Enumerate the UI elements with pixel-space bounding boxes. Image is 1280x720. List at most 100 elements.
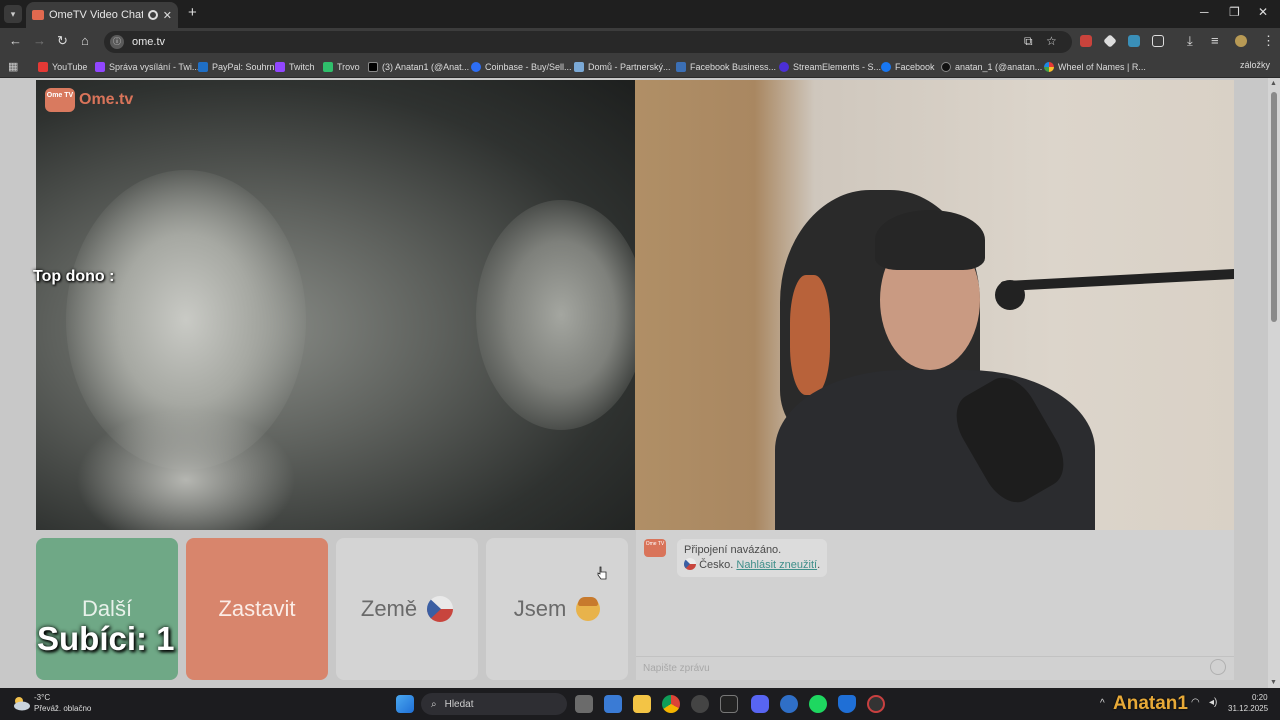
download-icon[interactable]: ⤓ <box>1187 33 1193 49</box>
next-button[interactable]: Další <box>36 538 178 680</box>
twitch-icon <box>275 62 285 72</box>
bookmark-wheel-of-names[interactable]: Wheel of Names | R... <box>1044 60 1146 74</box>
bookmark-twitch[interactable]: Twitch <box>275 60 315 74</box>
scroll-up-icon[interactable]: ▲ <box>1270 80 1277 87</box>
bookmark-streamelements[interactable]: StreamElements - S... <box>779 60 881 74</box>
mic-mount <box>995 280 1025 310</box>
boy-icon <box>576 597 601 621</box>
app-icon[interactable] <box>780 695 798 713</box>
bookmark-star-icon[interactable]: ☆ <box>1046 34 1057 48</box>
wifi-icon[interactable]: ◠ <box>1191 697 1200 708</box>
scroll-down-icon[interactable]: ▼ <box>1270 679 1277 686</box>
chrome-icon[interactable] <box>662 695 680 713</box>
country-button[interactable]: Země <box>336 538 478 680</box>
address-bar[interactable]: ⓘ ome.tv ⧉ ☆ <box>104 31 1072 53</box>
chat-panel: Ome TV Připojení navázáno. Česko. Nahlás… <box>636 530 1234 680</box>
video-figure <box>476 200 635 430</box>
gender-button[interactable]: Jsem <box>486 538 628 680</box>
emoji-icon[interactable] <box>1210 659 1226 675</box>
x-icon <box>368 62 378 72</box>
meta-icon <box>676 62 686 72</box>
bookmark-partner[interactable]: Domů - Partnerský... <box>574 60 671 74</box>
clock-time[interactable]: 0:20 <box>1252 693 1268 702</box>
new-tab-icon[interactable]: + <box>188 4 197 21</box>
weather-cloud-icon[interactable] <box>11 695 31 711</box>
url-text: ome.tv <box>132 36 166 48</box>
top-donor-overlay: Top dono : <box>33 268 115 285</box>
tab-strip: ▾ OmeTV Video Chat — Ome... ✕ + ─ ❐ ✕ <box>0 0 1280 28</box>
obs-icon[interactable] <box>691 695 709 713</box>
menu-icon[interactable]: ⋮ <box>1262 33 1275 49</box>
ometv-logo[interactable]: Ome TV Ome.tv <box>45 88 133 112</box>
app-icon[interactable] <box>720 695 738 713</box>
volume-icon[interactable]: ◂) <box>1209 697 1217 708</box>
weather-temperature: -3°C <box>34 693 51 702</box>
extensions-puzzle-icon[interactable] <box>1152 35 1164 47</box>
minimize-icon[interactable]: ─ <box>1200 5 1209 19</box>
close-window-icon[interactable]: ✕ <box>1258 5 1268 19</box>
control-buttons: Další Zastavit Země Jsem <box>36 538 628 680</box>
connected-text: Připojení navázáno. <box>684 544 782 556</box>
close-tab-icon[interactable]: ✕ <box>163 9 172 22</box>
facebook-icon <box>881 62 891 72</box>
task-view-icon[interactable] <box>575 695 593 713</box>
threads-icon <box>941 62 951 72</box>
czech-flag-icon <box>684 558 696 570</box>
back-icon[interactable]: ← <box>9 33 22 48</box>
site-info-icon[interactable]: ⓘ <box>110 35 124 49</box>
hand-cursor-icon <box>597 566 607 580</box>
store-icon[interactable] <box>604 695 622 713</box>
taskbar: -3°C Převáž. oblačno ⌕ Hledat ^ ◠ ◂) 0:2… <box>0 688 1280 720</box>
bookmark-facebook-business[interactable]: Facebook Business... <box>676 60 776 74</box>
bookmark-facebook[interactable]: Facebook <box>881 60 935 74</box>
restore-icon[interactable]: ❐ <box>1229 5 1240 19</box>
chair-accent <box>790 275 830 395</box>
file-explorer-icon[interactable] <box>633 695 651 713</box>
logo-text: Ome.tv <box>79 91 134 108</box>
page-scrollbar[interactable]: ▲ ▼ <box>1268 78 1280 688</box>
home-icon[interactable]: ⌂ <box>81 33 89 48</box>
discord-icon[interactable] <box>751 695 769 713</box>
subscribers-overlay: Subíci: 1 <box>37 620 175 657</box>
stop-button[interactable]: Zastavit <box>186 538 328 680</box>
czech-flag-icon <box>427 596 454 622</box>
tab-ometv[interactable]: OmeTV Video Chat — Ome... ✕ <box>26 2 178 28</box>
bookmark-threads[interactable]: anatan_1 (@anatan... <box>941 60 1042 74</box>
bookmark-trovo[interactable]: Trovo <box>323 60 360 74</box>
more-bookmarks[interactable]: záložky <box>1240 60 1270 70</box>
media-control-icon[interactable]: ≡ <box>1211 33 1219 48</box>
extension-icon[interactable] <box>1103 34 1117 48</box>
windows-start-icon[interactable] <box>396 695 414 713</box>
report-abuse-link[interactable]: Nahlásit zneužití <box>736 559 817 571</box>
extension-icon[interactable] <box>1080 35 1092 47</box>
system-message: Připojení navázáno. Česko. Nahlásit zneu… <box>677 539 828 577</box>
bookmark-coinbase[interactable]: Coinbase - Buy/Sell... <box>471 60 572 74</box>
tray-overflow-icon[interactable]: ^ <box>1100 698 1105 709</box>
app-icon[interactable] <box>867 695 885 713</box>
profile-avatar[interactable] <box>1235 35 1247 47</box>
self-video <box>635 80 1234 530</box>
coinbase-icon <box>471 62 481 72</box>
youtube-icon <box>38 62 48 72</box>
stranger-video <box>36 80 635 530</box>
bookmark-x[interactable]: (3) Anatan1 (@Anat... <box>368 60 469 74</box>
clock-date[interactable]: 31.12.2025 <box>1228 704 1268 713</box>
apps-grid-icon[interactable]: ▦ <box>8 60 18 73</box>
partner-icon <box>574 62 584 72</box>
tv-logo-icon: Ome TV <box>45 88 75 112</box>
bookmark-youtube[interactable]: YouTube <box>38 60 87 74</box>
reload-icon[interactable]: ↻ <box>57 33 68 49</box>
message-input[interactable]: Napište zprávu <box>636 656 1234 680</box>
bookmark-paypal[interactable]: PayPal: Souhrn <box>198 60 275 74</box>
extension-icon[interactable] <box>1128 35 1140 47</box>
scroll-thumb[interactable] <box>1271 92 1277 322</box>
install-app-icon[interactable]: ⧉ <box>1024 34 1033 49</box>
spotify-icon[interactable] <box>809 695 827 713</box>
forward-icon[interactable]: → <box>33 33 46 48</box>
tab-search-icon[interactable]: ▾ <box>4 5 22 23</box>
streamelements-icon <box>779 62 789 72</box>
shield-icon[interactable] <box>838 695 856 713</box>
ometv-chat-icon: Ome TV <box>644 539 666 557</box>
bookmark-twitch-dashboard[interactable]: Správa vysílání - Twi... <box>95 60 199 74</box>
taskbar-search[interactable]: ⌕ Hledat <box>421 693 567 715</box>
